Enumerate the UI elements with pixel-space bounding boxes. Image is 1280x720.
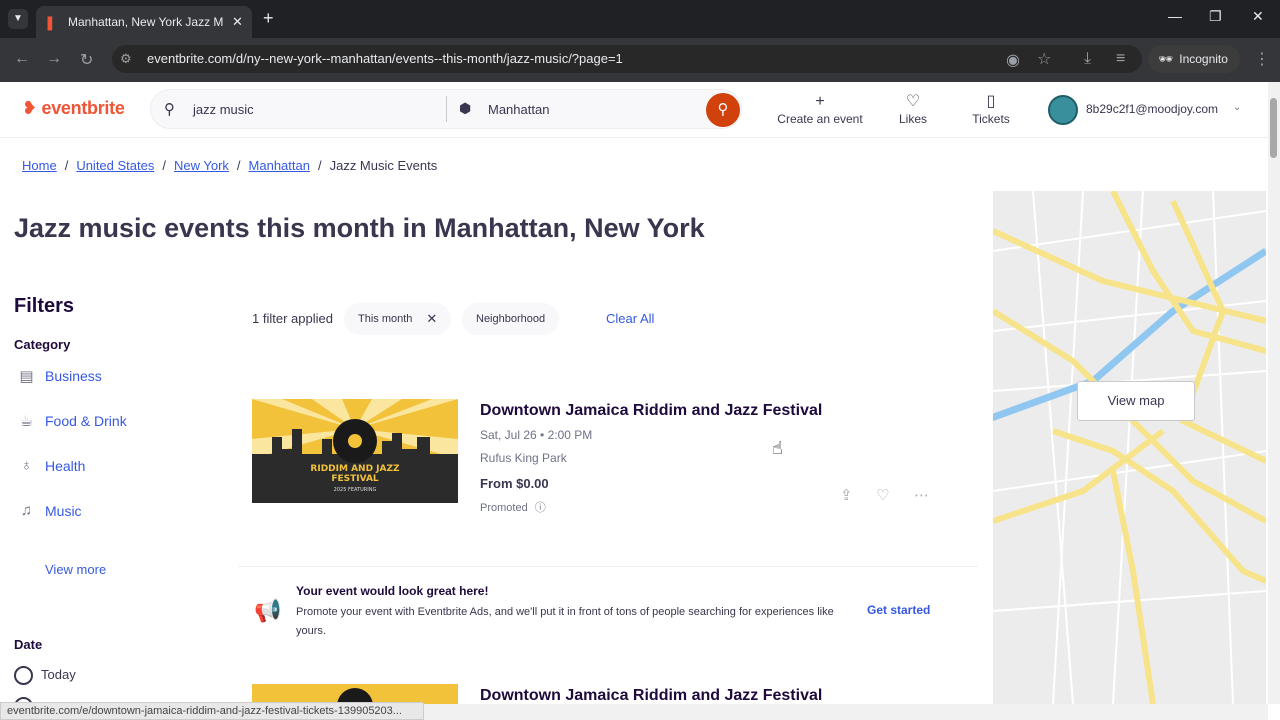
poster-line-2: FESTIVAL	[331, 474, 379, 484]
tab-active[interactable]: ❚ Manhattan, New York Jazz Musi ✕	[36, 6, 252, 38]
filter-count: 1 filter applied	[252, 311, 333, 326]
status-bar-url: eventbrite.com/e/downtown-jamaica-riddim…	[0, 702, 424, 720]
breadcrumb-separator: /	[162, 158, 166, 173]
back-icon[interactable]: ←	[14, 50, 30, 68]
tickets-button[interactable]: ▯ Tickets	[966, 92, 1016, 126]
eventbrite-logo[interactable]: ❥ eventbrite	[22, 98, 125, 119]
divider	[238, 566, 978, 567]
menu-kebab-icon[interactable]: ⋮	[1254, 49, 1270, 69]
like-heart-icon[interactable]: ♡	[876, 486, 889, 504]
pill-this-month[interactable]: This month ✕	[344, 303, 452, 335]
view-more-link[interactable]: View more	[45, 562, 106, 577]
breadcrumb-home[interactable]: Home	[22, 158, 57, 173]
search-icon: ⚲	[164, 101, 175, 118]
category-music[interactable]: ♫ Music	[18, 502, 82, 519]
heart-icon: ♡	[905, 93, 921, 110]
close-window-icon[interactable]: ✕	[1252, 8, 1264, 25]
bookmark-star-icon[interactable]: ☆	[1037, 49, 1051, 69]
event-price: From $0.00	[480, 476, 549, 491]
more-options-icon[interactable]: ⋯	[914, 486, 929, 504]
minimize-icon[interactable]: —	[1168, 8, 1182, 24]
search-button[interactable]: ⚲	[706, 93, 740, 127]
breadcrumb-united-states[interactable]: United States	[76, 158, 154, 173]
user-email[interactable]: 8b29c2f1@moodjoy.com	[1086, 102, 1218, 116]
briefcase-icon: ▤	[19, 368, 34, 385]
category-food-drink[interactable]: ☕ Food & Drink	[18, 412, 127, 430]
info-icon[interactable]: ⓘ	[535, 502, 546, 514]
forward-icon[interactable]: →	[46, 50, 62, 68]
event-image[interactable]: RIDDIM AND JAZZ FESTIVAL 2025 FEATURING	[252, 399, 458, 503]
category-heading: Category	[14, 337, 71, 352]
search-button-icon: ⚲	[717, 101, 729, 118]
vertical-scrollbar[interactable]	[1268, 82, 1280, 704]
remove-filter-icon[interactable]: ✕	[426, 311, 437, 327]
category-health[interactable]: ♁ Health	[18, 457, 86, 474]
event-venue: Rufus King Park	[480, 451, 567, 465]
location-input[interactable]: Manhattan	[488, 102, 549, 117]
incognito-indicator[interactable]: 🕶 Incognito	[1148, 45, 1240, 73]
mouse-cursor-icon: ☝	[772, 438, 783, 458]
tab-close-icon[interactable]: ✕	[232, 14, 243, 30]
music-note-icon: ♫	[20, 502, 33, 519]
get-started-link[interactable]: Get started	[867, 603, 930, 617]
date-heading: Date	[14, 637, 43, 652]
breadcrumb: Home / United States / New York / Manhat…	[22, 158, 437, 173]
breadcrumb-new-york[interactable]: New York	[174, 158, 229, 173]
plus-icon: +	[815, 93, 825, 110]
category-business[interactable]: ▤ Business	[18, 367, 101, 385]
pill-neighborhood[interactable]: Neighborhood	[462, 303, 560, 335]
tab-title: Manhattan, New York Jazz Musi	[68, 15, 224, 29]
date-today-radio[interactable]	[14, 666, 33, 685]
breadcrumb-manhattan[interactable]: Manhattan	[249, 158, 310, 173]
map-graphic	[993, 191, 1266, 704]
search-divider	[446, 96, 447, 122]
site-info-icon[interactable]: ⚙	[120, 51, 132, 67]
ad-title: Your event would look great here!	[296, 584, 489, 598]
eventbrite-favicon-icon: ❚	[44, 14, 56, 30]
reload-icon[interactable]: ↻	[80, 50, 93, 70]
chevron-down-icon[interactable]: ⌄	[1233, 102, 1241, 113]
food-drink-icon: ☕	[19, 413, 34, 430]
view-map-button[interactable]: View map	[1077, 381, 1195, 421]
clear-all-link[interactable]: Clear All	[606, 311, 654, 326]
ticket-icon: ▯	[986, 93, 996, 110]
ad-body: Promote your event with Eventbrite Ads, …	[296, 606, 834, 637]
poster-line-1: RIDDIM AND JAZZ	[310, 464, 400, 474]
promoted-label: Promoted ⓘ	[480, 502, 546, 514]
share-icon[interactable]: ⇪	[840, 486, 853, 504]
event-poster-graphic	[252, 684, 458, 704]
event-image[interactable]	[252, 684, 458, 704]
event-poster-graphic: RIDDIM AND JAZZ FESTIVAL 2025 FEATURING	[252, 399, 458, 503]
filters-heading: Filters	[14, 295, 75, 317]
search-input[interactable]: jazz music	[193, 102, 254, 117]
page-title: Jazz music events this month in Manhatta…	[14, 213, 705, 243]
new-tab-icon[interactable]: +	[263, 8, 274, 29]
eye-off-icon[interactable]: ◉	[1006, 50, 1020, 70]
incognito-icon: 🕶	[1158, 52, 1174, 66]
date-today-label[interactable]: Today	[41, 667, 76, 682]
event-title[interactable]: Downtown Jamaica Riddim and Jazz Festiva…	[480, 687, 822, 705]
health-icon: ♁	[20, 457, 33, 474]
breadcrumb-separator: /	[317, 158, 322, 173]
restore-icon[interactable]: ❐	[1209, 8, 1222, 25]
media-icon[interactable]: ≡	[1116, 50, 1125, 68]
likes-button[interactable]: ♡ Likes	[893, 92, 933, 126]
download-icon[interactable]: ⤓	[1084, 50, 1091, 68]
breadcrumb-separator: /	[64, 158, 69, 173]
create-event-button[interactable]: + Create an event	[776, 92, 864, 126]
scrollbar-thumb[interactable]	[1270, 98, 1277, 158]
tab-search-dropdown-icon[interactable]: ▼	[8, 9, 28, 29]
breadcrumb-separator: /	[236, 158, 241, 173]
logo-mark-icon: ❥	[22, 98, 37, 118]
location-pin-icon: ⬢	[459, 100, 472, 116]
event-date: Sat, Jul 26 • 2:00 PM	[480, 428, 593, 442]
map[interactable]	[993, 191, 1266, 704]
incognito-label: Incognito	[1179, 52, 1228, 66]
poster-line-3: 2025 FEATURING	[334, 487, 377, 493]
url-text[interactable]: eventbrite.com/d/ny--new-york--manhattan…	[147, 51, 623, 66]
breadcrumb-current: Jazz Music Events	[329, 158, 438, 173]
avatar[interactable]	[1048, 95, 1078, 125]
event-title[interactable]: Downtown Jamaica Riddim and Jazz Festiva…	[480, 402, 822, 420]
megaphone-icon: 📢	[254, 598, 282, 623]
